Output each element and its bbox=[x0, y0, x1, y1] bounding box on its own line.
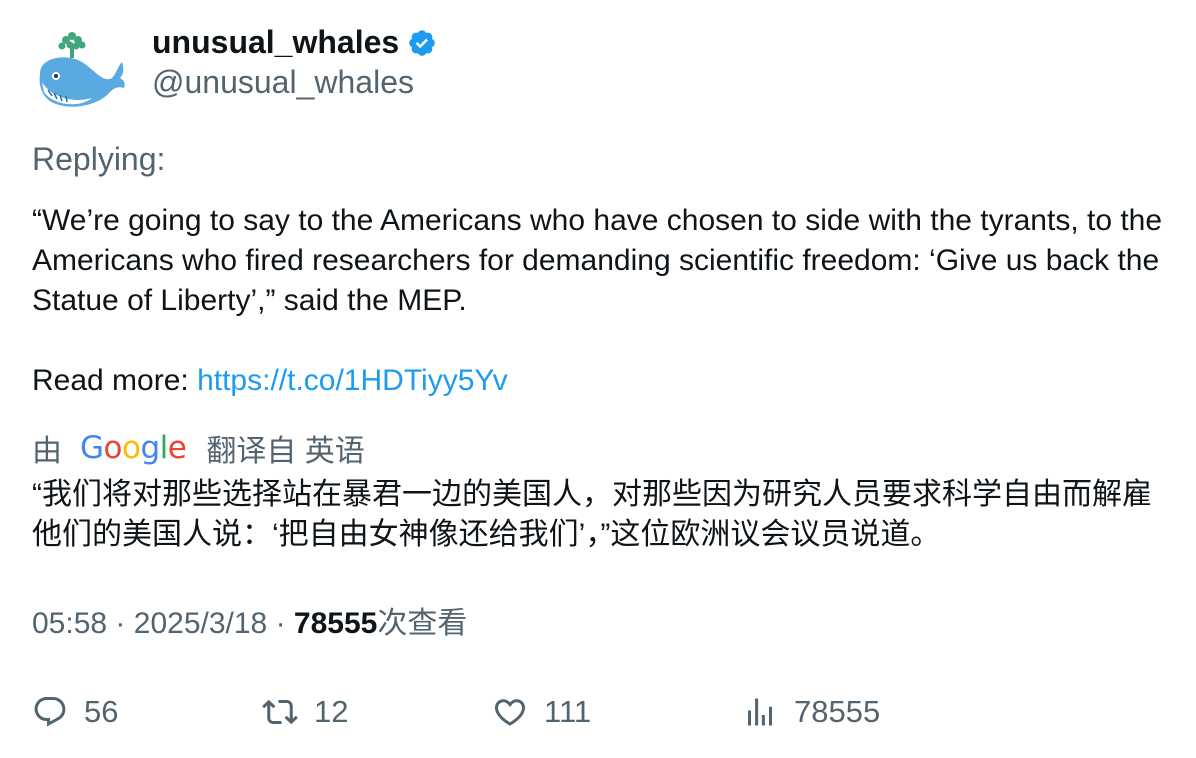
tweet-meta: 05:58 · 2025/3/18 · 78555次查看 bbox=[32, 604, 467, 644]
reply-button[interactable]: 56 bbox=[32, 690, 118, 734]
translation-attribution[interactable]: 由 Google 翻译自 英语 bbox=[32, 426, 365, 470]
heart-icon bbox=[494, 699, 526, 726]
meta-separator: · bbox=[115, 607, 126, 640]
tweet-header: unusual_whales @unusual_whales bbox=[32, 22, 1162, 114]
tweet-body: “We’re going to say to the Americans who… bbox=[32, 204, 1163, 317]
read-more-line: Read more: https://t.co/1HDTiyy5Yv bbox=[32, 361, 1167, 401]
retweet-icon bbox=[262, 699, 298, 725]
verified-badge-icon bbox=[409, 30, 435, 56]
like-button[interactable]: 111 bbox=[492, 690, 591, 734]
like-count: 111 bbox=[544, 694, 592, 729]
display-name[interactable]: unusual_whales bbox=[152, 24, 399, 61]
translated-from-label: 翻译自 英语 bbox=[206, 435, 365, 468]
tweet-date[interactable]: 2025/3/18 bbox=[134, 607, 267, 640]
reply-icon bbox=[34, 697, 66, 727]
views-label: 次查看 bbox=[377, 607, 468, 640]
user-names: unusual_whales @unusual_whales bbox=[152, 22, 437, 102]
views-total: 78555 bbox=[794, 694, 881, 729]
action-bar: 56 12 111 78555 bbox=[32, 690, 1162, 734]
read-more-label: Read more: bbox=[32, 364, 198, 397]
retweet-button[interactable]: 12 bbox=[262, 690, 348, 734]
replying-label: Replying: bbox=[32, 141, 166, 177]
tweet-link[interactable]: https://t.co/1HDTiyy5Yv bbox=[197, 364, 508, 397]
whale-avatar[interactable] bbox=[32, 26, 128, 114]
google-logo: Google bbox=[80, 430, 187, 466]
translated-by-label: 由 bbox=[32, 435, 62, 468]
display-name-row: unusual_whales bbox=[152, 22, 437, 62]
translated-text: “我们将对那些选择站在暴君一边的美国人，对那些因为研究人员要求科学自由而解雇他们… bbox=[32, 478, 1152, 551]
views-count: 78555 bbox=[293, 607, 378, 640]
reply-count: 56 bbox=[84, 694, 119, 729]
retweet-count: 12 bbox=[314, 694, 349, 729]
meta-separator: · bbox=[275, 607, 286, 640]
views-button[interactable]: 78555 bbox=[742, 690, 880, 734]
analytics-icon bbox=[748, 698, 772, 726]
tweet-text: “We’re going to say to the Americans who… bbox=[32, 201, 1167, 401]
tweet-time[interactable]: 05:58 bbox=[32, 607, 107, 640]
user-handle[interactable]: @unusual_whales bbox=[152, 62, 437, 102]
